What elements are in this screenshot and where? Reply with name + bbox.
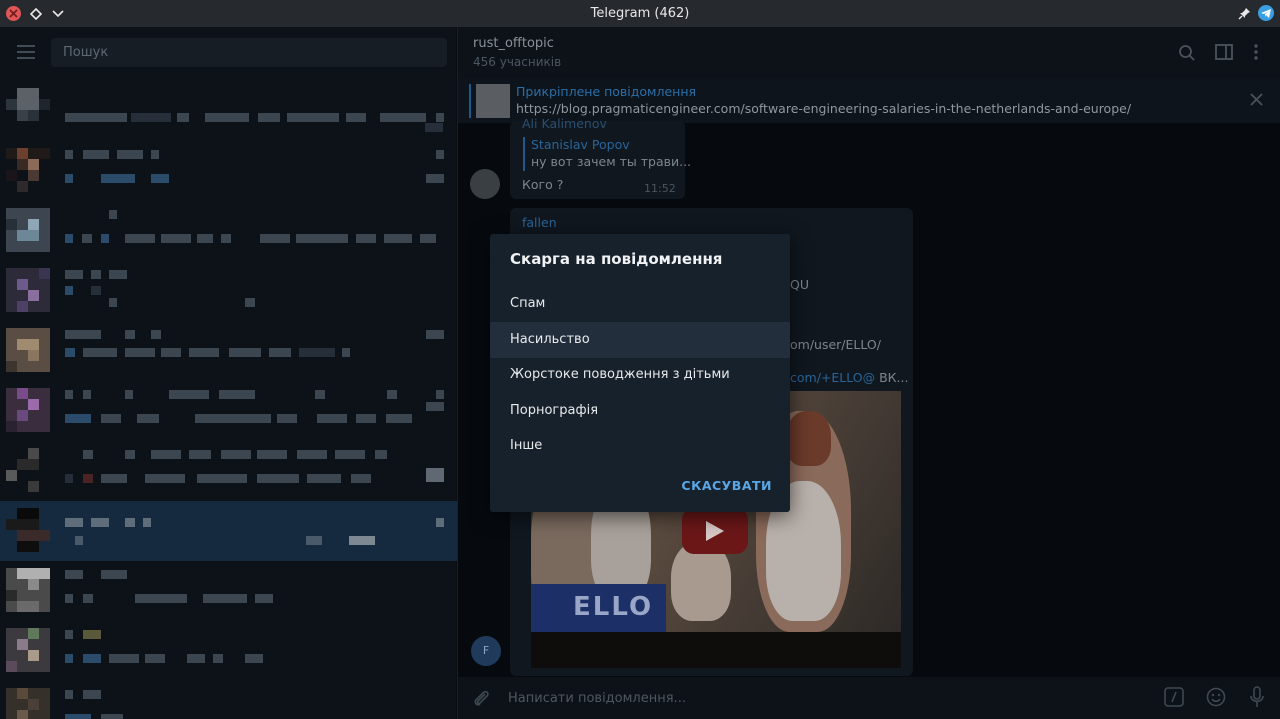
ello-logo: ELLO xyxy=(531,584,666,632)
window-title: Telegram (462) xyxy=(590,6,690,21)
play-button-icon[interactable] xyxy=(682,508,748,554)
chat-list xyxy=(0,81,457,719)
message-text-fragment: om/user/ELLO/ xyxy=(790,337,881,352)
dialog-title: Скарга на повідомлення xyxy=(510,250,723,268)
chat-list-item[interactable] xyxy=(0,381,457,441)
avatar xyxy=(6,208,50,252)
bot-commands-icon[interactable] xyxy=(1164,687,1184,707)
chat-title[interactable]: rust_offtopic xyxy=(473,36,554,51)
chat-list-item[interactable] xyxy=(0,201,457,261)
avatar xyxy=(6,448,50,492)
chat-list-item[interactable] xyxy=(0,561,457,621)
report-option-other[interactable]: Інше xyxy=(490,428,790,464)
avatar-letter: F xyxy=(482,644,490,657)
avatar xyxy=(6,628,50,672)
member-count: 456 учасників xyxy=(473,55,562,69)
pinned-text: https://blog.pragmaticengineer.com/softw… xyxy=(516,101,1132,116)
microphone-icon[interactable] xyxy=(1250,686,1264,708)
message-time: 11:52 xyxy=(644,182,676,195)
hamburger-menu-icon[interactable] xyxy=(17,45,35,59)
video-brand: ELLO xyxy=(573,592,654,622)
message-input[interactable] xyxy=(506,687,1126,709)
avatar xyxy=(6,568,50,612)
chat-list-item-active[interactable] xyxy=(0,501,457,561)
avatar[interactable] xyxy=(470,169,500,199)
message-text: Кого ? xyxy=(522,177,564,192)
message-text-fragment: ВК... xyxy=(875,370,909,385)
chat-list-item[interactable] xyxy=(0,81,457,141)
avatar xyxy=(6,88,50,132)
avatar xyxy=(6,148,50,192)
message-text-fragment: QU xyxy=(790,277,809,292)
message-bubble[interactable]: Ali Kalimenov Stanislav Popov ну вот зач… xyxy=(510,116,691,199)
report-option-spam[interactable]: Спам xyxy=(490,286,790,322)
pinned-thumbnail xyxy=(476,84,510,118)
attach-icon[interactable] xyxy=(472,688,490,708)
chat-list-item[interactable] xyxy=(0,621,457,681)
avatar[interactable]: F xyxy=(471,636,501,666)
chat-list-item[interactable] xyxy=(0,141,457,201)
pinned-title: Прикріплене повідомлення xyxy=(516,84,697,99)
emoji-icon[interactable] xyxy=(1206,687,1226,707)
chat-list-item[interactable] xyxy=(0,441,457,501)
report-message-dialog: Скарга на повідомлення Спам Насильство Ж… xyxy=(490,234,790,512)
sender-name[interactable]: fallen xyxy=(522,215,557,230)
report-option-child-abuse[interactable]: Жорстоке поводження з дітьми xyxy=(490,357,790,393)
telegram-tray-icon[interactable] xyxy=(1258,5,1274,21)
avatar xyxy=(6,388,50,432)
chat-header: rust_offtopic 456 учасників xyxy=(458,27,1280,79)
avatar xyxy=(6,508,50,552)
search-icon[interactable] xyxy=(1178,44,1196,62)
reply-text: ну вот зачем ты трави... xyxy=(531,154,692,169)
sidebar-header xyxy=(0,27,457,79)
search-box[interactable] xyxy=(51,38,447,67)
chat-list-item[interactable] xyxy=(0,321,457,381)
more-vertical-icon[interactable] xyxy=(1254,44,1258,60)
message-link-line: com/+ELLO@ ВК... xyxy=(790,370,908,385)
message-link[interactable]: com/+ELLO@ xyxy=(790,370,875,385)
search-input[interactable] xyxy=(51,38,447,67)
chat-list-item[interactable] xyxy=(0,261,457,321)
avatar xyxy=(6,688,50,719)
report-option-violence[interactable]: Насильство xyxy=(490,322,790,358)
sidebar-toggle-icon[interactable] xyxy=(1215,44,1233,60)
report-option-pornography[interactable]: Порнографія xyxy=(490,393,790,429)
window-titlebar: Telegram (462) xyxy=(0,0,1280,27)
reply-sender: Stanislav Popov xyxy=(531,137,630,152)
avatar xyxy=(6,328,50,372)
pinned-accent-bar xyxy=(469,84,471,118)
close-icon[interactable] xyxy=(1250,93,1263,106)
avatar xyxy=(6,268,50,312)
chat-list-item[interactable] xyxy=(0,681,457,719)
pin-window-icon[interactable] xyxy=(1238,7,1251,20)
reply-accent-bar xyxy=(523,137,525,171)
cancel-button[interactable]: СКАСУВАТИ xyxy=(681,478,772,493)
message-composer xyxy=(458,677,1280,719)
chat-sidebar xyxy=(0,27,457,719)
sender-name[interactable]: Ali Kalimenov xyxy=(522,116,607,131)
